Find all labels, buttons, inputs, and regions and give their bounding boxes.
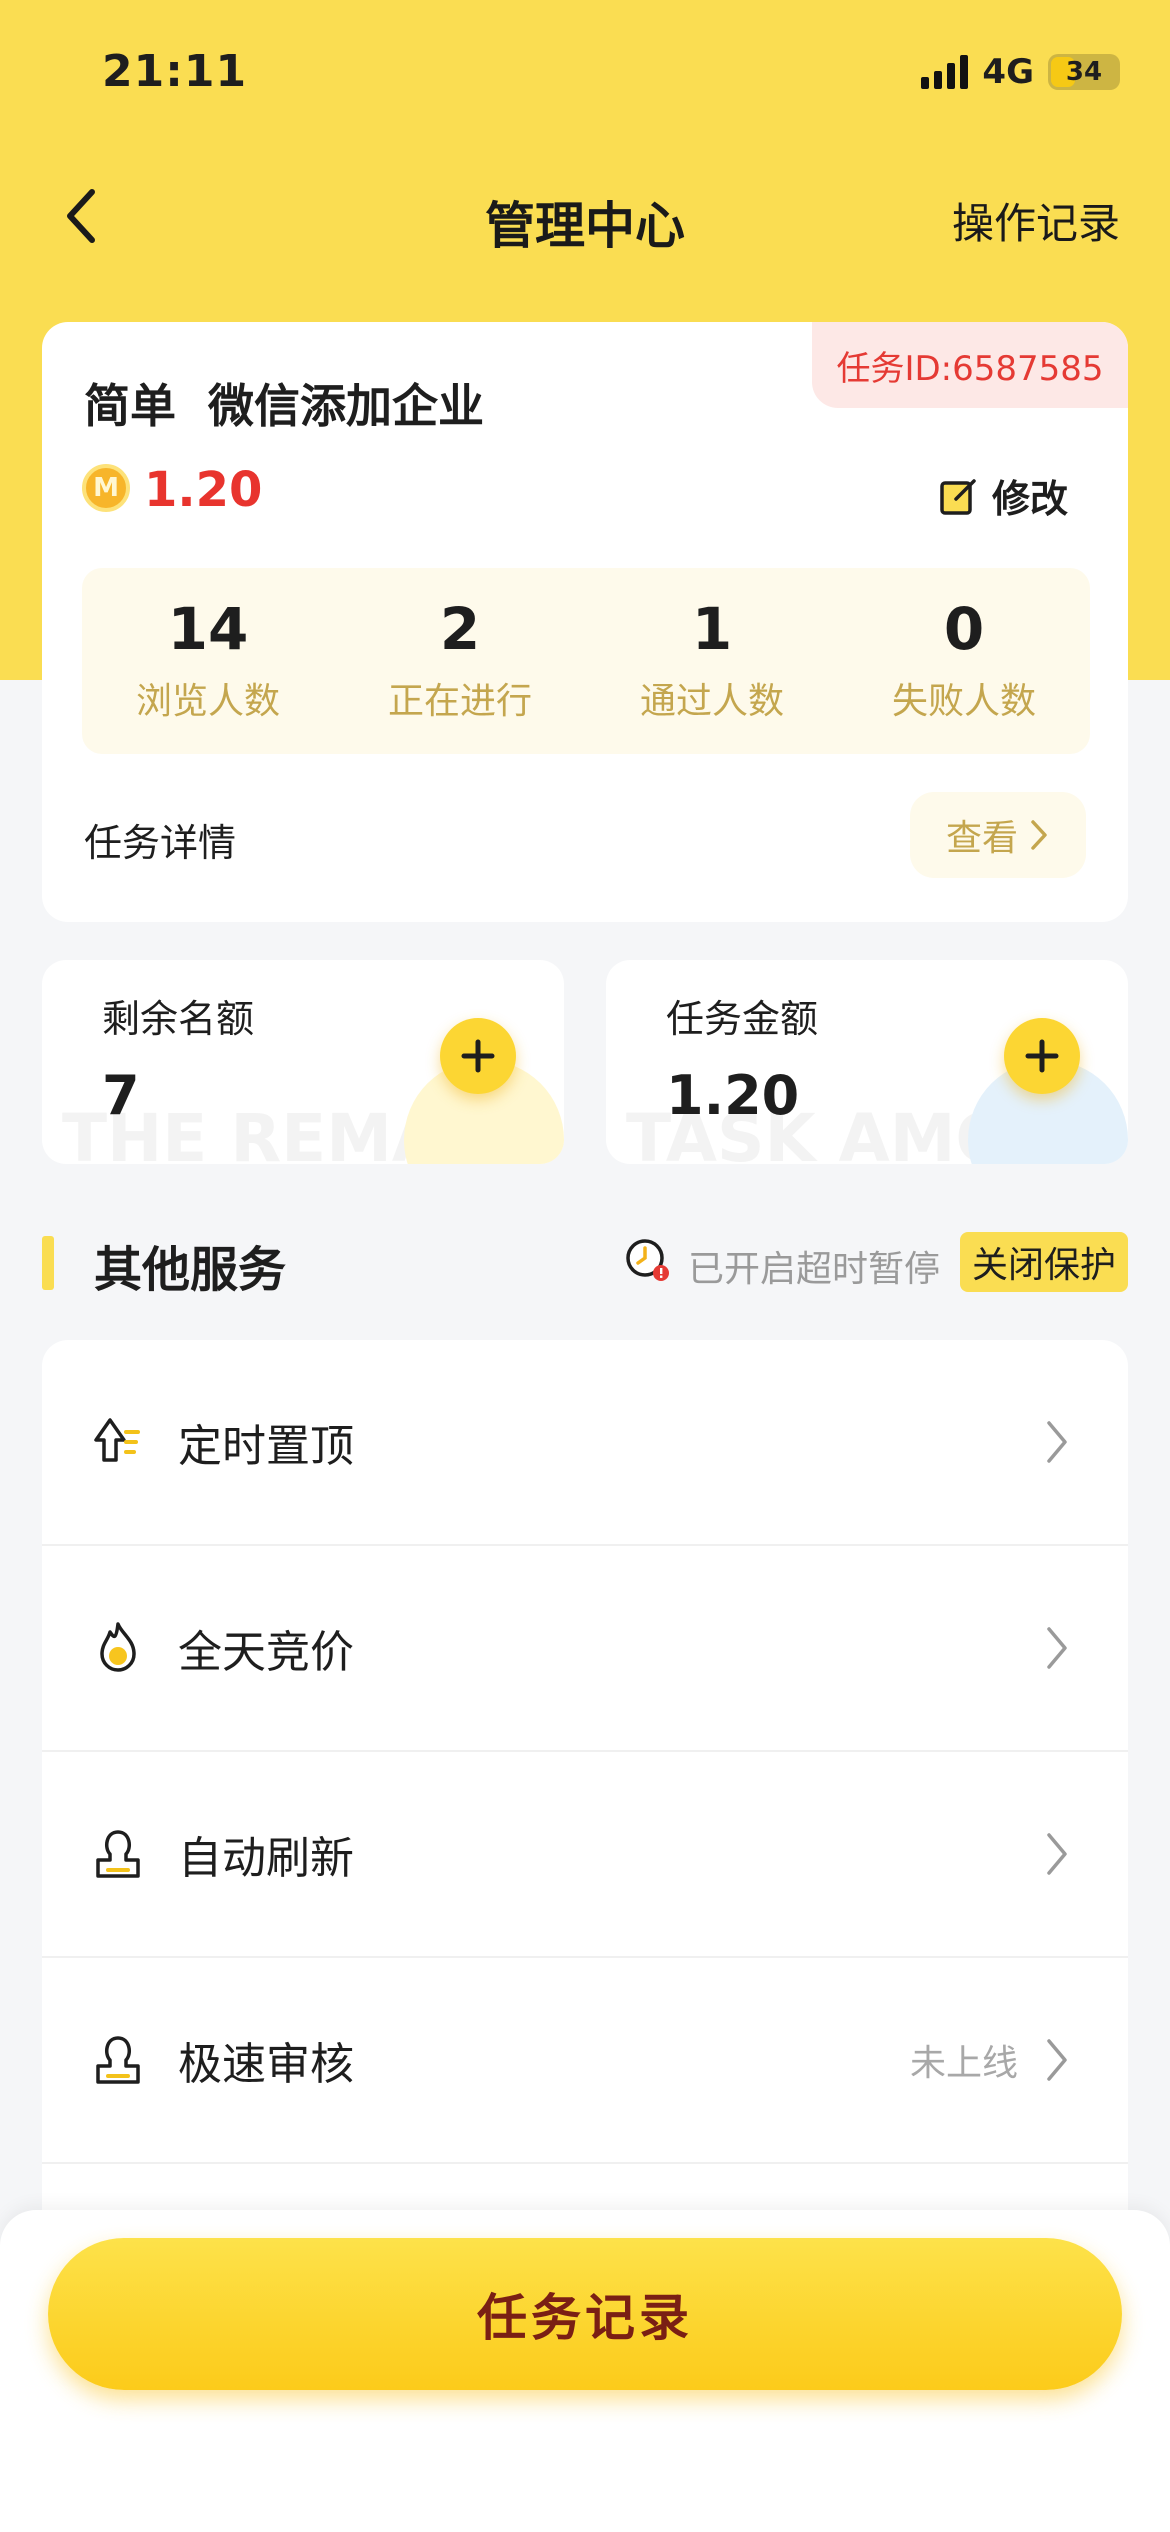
quota-label: 剩余名额 [102, 997, 255, 1041]
stats-panel: 14 浏览人数 2 正在进行 1 通过人数 0 失败人数 [82, 568, 1090, 754]
status-indicators: 4G 34 [921, 52, 1120, 92]
section-accent-bar [42, 1236, 54, 1290]
signal-icon [921, 55, 969, 89]
service-item-fast-review[interactable]: 极速审核 未上线 [42, 1958, 1128, 2164]
task-price: 1.20 [144, 462, 263, 518]
service-item-auto-refresh[interactable]: 自动刷新 [42, 1752, 1128, 1958]
pin-top-icon [94, 1418, 140, 1462]
stat-views: 14 浏览人数 [82, 568, 334, 754]
service-label: 极速审核 [178, 2039, 354, 2090]
stat-label: 正在进行 [387, 680, 532, 722]
stat-passed: 1 通过人数 [586, 568, 838, 754]
battery-level: 34 [1065, 57, 1103, 87]
section-title: 其他服务 [94, 1242, 287, 1298]
network-type: 4G [982, 52, 1034, 92]
stat-failed: 0 失败人数 [838, 568, 1090, 754]
edit-button[interactable]: 修改 [938, 468, 1068, 523]
stat-label: 失败人数 [891, 680, 1036, 722]
services-list: 定时置顶 全天竞价 自动刷新 极速审核 未上线 [42, 1340, 1128, 2340]
stat-value: 14 [167, 595, 249, 664]
chevron-right-icon [1047, 1833, 1067, 1875]
coin-icon: M [82, 464, 130, 512]
plus-icon [461, 1039, 495, 1073]
service-item-scheduled-top[interactable]: 定时置顶 [42, 1340, 1128, 1546]
stamp-icon [96, 2036, 140, 2084]
chevron-right-icon [1047, 1627, 1067, 1669]
task-title: 简单 微信添加企业 [84, 379, 485, 433]
stat-value: 1 [691, 595, 733, 664]
timeout-pause-status: 已开启超时暂停 [688, 1249, 941, 1290]
coin-letter: M [93, 473, 119, 503]
task-record-button[interactable]: 任务记录 [48, 2238, 1122, 2390]
chevron-right-icon [1047, 2039, 1067, 2081]
stat-label: 浏览人数 [135, 680, 280, 722]
chevron-right-icon [1047, 1421, 1067, 1463]
plus-icon [1025, 1039, 1059, 1073]
remaining-quota-card: THE REMAIN 剩余名额 7 [42, 960, 564, 1164]
view-detail-button[interactable]: 查看 [910, 792, 1086, 878]
add-quota-button[interactable] [440, 1018, 516, 1094]
amount-label: 任务金额 [666, 997, 819, 1041]
service-item-all-day-bidding[interactable]: 全天竞价 [42, 1546, 1128, 1752]
close-protection-button[interactable]: 关闭保护 [959, 1232, 1128, 1292]
timer-alert-icon [626, 1239, 669, 1281]
service-label: 自动刷新 [178, 1833, 354, 1884]
status-time: 21:11 [102, 46, 248, 97]
edit-icon [940, 478, 976, 515]
task-id-badge: 任务ID:6587585 [812, 322, 1128, 408]
view-label: 查看 [945, 818, 1018, 859]
task-detail-label: 任务详情 [84, 821, 237, 865]
service-label: 定时置顶 [178, 1421, 354, 1472]
flame-icon [100, 1622, 136, 1672]
service-label: 全天竞价 [178, 1627, 354, 1678]
stat-label: 通过人数 [639, 680, 784, 722]
amount-value: 1.20 [666, 1064, 800, 1127]
battery-icon: 34 [1048, 54, 1120, 90]
stat-value: 2 [439, 595, 481, 664]
task-card: 任务ID:6587585 简单 微信添加企业 M 1.20 修改 14 浏览人数… [42, 322, 1128, 922]
task-amount-card: TASK AMOU 任务金额 1.20 [606, 960, 1128, 1164]
stamp-icon [96, 1830, 140, 1878]
operation-log-link[interactable]: 操作记录 [952, 190, 1120, 251]
edit-label: 修改 [991, 477, 1068, 521]
service-status: 未上线 [909, 2043, 1018, 2084]
stat-in-progress: 2 正在进行 [334, 568, 586, 754]
quota-value: 7 [102, 1064, 140, 1127]
stat-value: 0 [943, 595, 985, 664]
add-amount-button[interactable] [1004, 1018, 1080, 1094]
chevron-right-icon [1031, 820, 1047, 850]
